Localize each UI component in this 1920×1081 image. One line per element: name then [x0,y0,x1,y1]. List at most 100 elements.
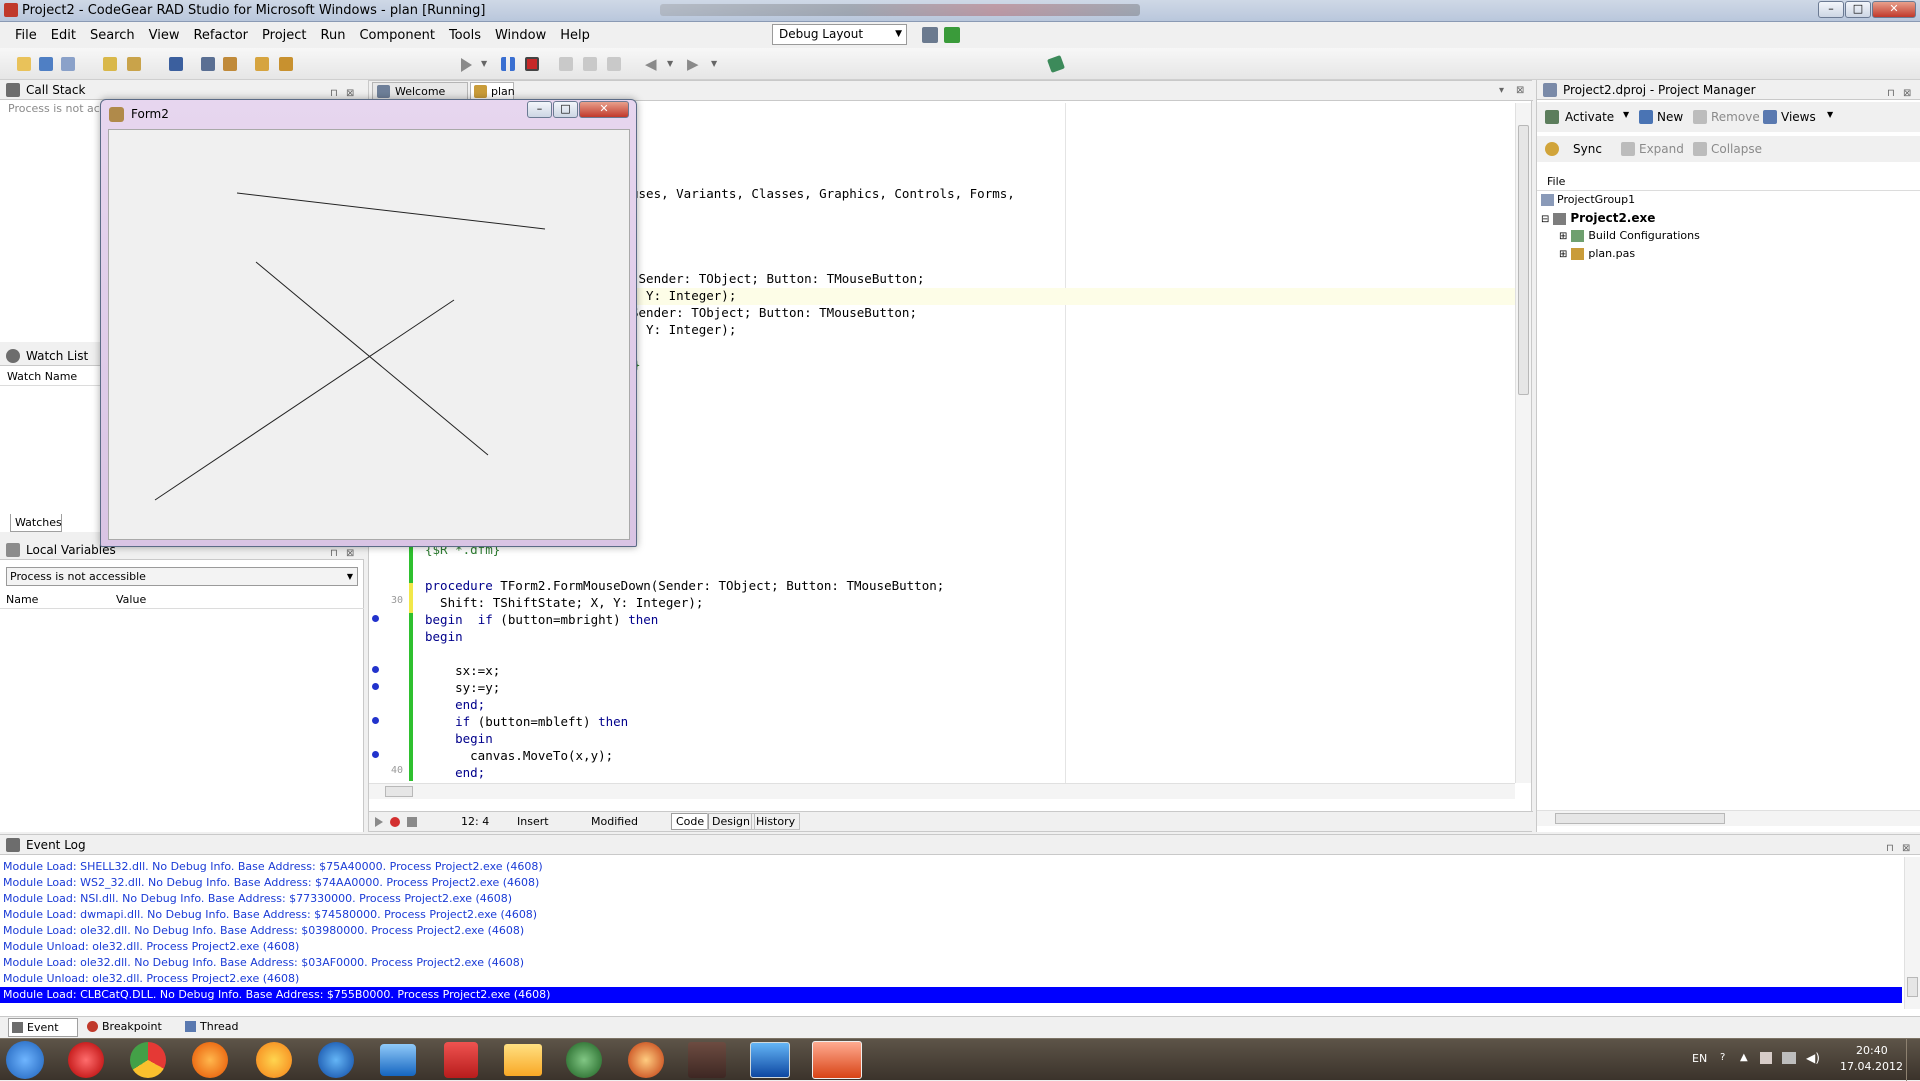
expand-tree-icon[interactable]: ⊞ [1559,231,1567,242]
tray-expand-icon[interactable]: ▲ [1740,1052,1748,1063]
log-line[interactable]: Module Load: ole32.dll. No Debug Info. B… [0,923,1902,939]
menu-file[interactable]: File [8,24,44,47]
editor-horizontal-scrollbar[interactable] [369,783,1515,799]
code-line[interactable]: canvas.MoveTo(x,y); [425,747,613,764]
expand-icon[interactable] [1621,142,1635,156]
code-line[interactable]: uses, Variants, Classes, Graphics, Contr… [631,185,1015,202]
breakpoint-icon[interactable] [372,717,379,724]
tab-code[interactable]: Code [671,813,710,830]
log-line[interactable]: Module Load: dwmapi.dll. No Debug Info. … [0,907,1902,923]
game-icon[interactable] [688,1042,726,1078]
breakpoint-icon[interactable] [372,683,379,690]
run-dropdown-icon[interactable]: ▼ [480,54,492,74]
scroll-thumb[interactable] [1907,977,1918,997]
new-button[interactable]: New [1657,110,1683,124]
close-panel-icon[interactable]: ⊠ [346,544,354,564]
value-column[interactable]: Value [116,593,146,606]
tab-event-log[interactable]: Event Log [8,1018,78,1051]
code-line[interactable]: Sender: TObject; Button: TMouseButton; [631,304,917,321]
close-file-icon[interactable] [220,54,240,74]
chevron-down-icon[interactable]: ▼ [1827,110,1833,119]
name-column[interactable]: Name [6,593,38,606]
maximize-button[interactable]: □ [1845,1,1871,18]
pm-horizontal-scrollbar[interactable] [1537,810,1920,826]
close-tab-icon[interactable]: ⊠ [1516,85,1524,96]
menu-refactor[interactable]: Refactor [186,24,255,47]
opera-icon[interactable] [68,1042,104,1078]
step-over-icon[interactable] [580,54,600,74]
chrome-icon[interactable] [130,1042,166,1078]
code-line[interactable]: , Y: Integer); [631,321,736,338]
rad-studio-icon[interactable] [812,1041,862,1079]
game-icon[interactable] [628,1042,664,1078]
scroll-thumb[interactable] [1518,125,1529,395]
internet-explorer-icon[interactable] [318,1042,354,1078]
tab-watches[interactable]: Watches [10,514,62,532]
file-column[interactable]: File [1537,175,1920,191]
yandex-icon[interactable] [444,1042,478,1078]
tab-thread-status[interactable]: Thread Status [182,1018,272,1050]
forward-icon[interactable]: ▶ [686,54,706,74]
minimize-button[interactable]: – [1818,1,1844,18]
code-line[interactable]: begin if (button=mbright) then [425,611,658,628]
set-layout-icon[interactable] [944,27,960,43]
menu-window[interactable]: Window [488,24,553,47]
log-line[interactable]: Module Load: ole32.dll. No Debug Info. B… [0,955,1902,971]
pin-icon[interactable]: ⊓ [330,544,338,564]
code-line[interactable]: end; [425,696,485,713]
stop-icon[interactable] [407,817,417,827]
form2-maximize-button[interactable]: □ [553,101,578,118]
log-line[interactable]: Module Unload: ole32.dll. Process Projec… [0,939,1902,955]
run-to-cursor-icon[interactable] [604,54,624,74]
log-line[interactable]: Module Unload: ole32.dll. Process Projec… [0,971,1902,987]
menu-run[interactable]: Run [314,24,353,47]
menu-project[interactable]: Project [255,24,313,47]
code-line[interactable]: procedure TForm2.FormMouseDown(Sender: T… [425,577,944,594]
log-line[interactable]: Module Load: WS2_32.dll. No Debug Info. … [0,875,1902,891]
mail-icon[interactable] [380,1044,416,1076]
firefox-icon[interactable] [192,1042,228,1078]
network-icon[interactable] [1782,1052,1796,1064]
code-line[interactable]: , Y: Integer); [631,287,736,304]
close-button[interactable]: ✕ [1872,1,1916,18]
chevron-down-icon[interactable]: ▼ [1623,110,1629,119]
frame-select[interactable]: Process is not accessible ▼ [6,567,358,586]
aimp-icon[interactable] [256,1042,292,1078]
pin-icon[interactable]: ⊓ [1886,839,1894,859]
remove-button[interactable]: Remove [1711,110,1760,124]
show-desktop-button[interactable] [1906,1039,1920,1081]
scroll-thumb[interactable] [385,786,413,797]
code-line[interactable]: if (button=mbleft) then [425,713,628,730]
menu-tools[interactable]: Tools [442,24,488,47]
code-line[interactable]: begin [425,628,463,645]
breakpoint-icon[interactable] [372,666,379,673]
menu-edit[interactable]: Edit [44,24,83,47]
breakpoint-icon[interactable] [372,751,379,758]
help-icon[interactable]: ? [1720,1052,1725,1063]
menu-search[interactable]: Search [83,24,142,47]
form2-minimize-button[interactable]: – [527,101,552,118]
utorrent-icon[interactable] [566,1042,602,1078]
pause-icon[interactable] [498,54,518,74]
code-line[interactable]: (Sender: TObject; Button: TMouseButton; [631,270,925,287]
log-line[interactable]: Module Load: SHELL32.dll. No Debug Info.… [0,859,1902,875]
close-panel-icon[interactable]: ⊠ [1903,84,1911,104]
remove-icon[interactable] [1693,110,1707,124]
tree-project[interactable]: ⊟ Project2.exe [1541,211,1655,225]
expand-button[interactable]: Expand [1639,142,1684,156]
activate-icon[interactable] [1545,110,1559,124]
editor-vertical-scrollbar[interactable] [1515,103,1531,783]
new-icon[interactable] [1639,110,1653,124]
code-line[interactable]: sx:=x; [425,662,500,679]
forward-dropdown-icon[interactable]: ▼ [710,54,722,74]
trace-into-icon[interactable] [556,54,576,74]
code-line[interactable]: begin [425,730,493,747]
tab-breakpoint-list[interactable]: Breakpoint List [84,1018,180,1050]
layout-select[interactable]: Debug Layout ▼ [772,24,907,45]
back-icon[interactable]: ◀ [644,54,664,74]
menu-component[interactable]: Component [352,24,441,47]
collapse-tree-icon[interactable]: ⊟ [1541,214,1549,225]
remove-file-icon[interactable] [276,54,296,74]
start-button[interactable] [6,1041,44,1079]
tab-design[interactable]: Design [707,813,755,830]
